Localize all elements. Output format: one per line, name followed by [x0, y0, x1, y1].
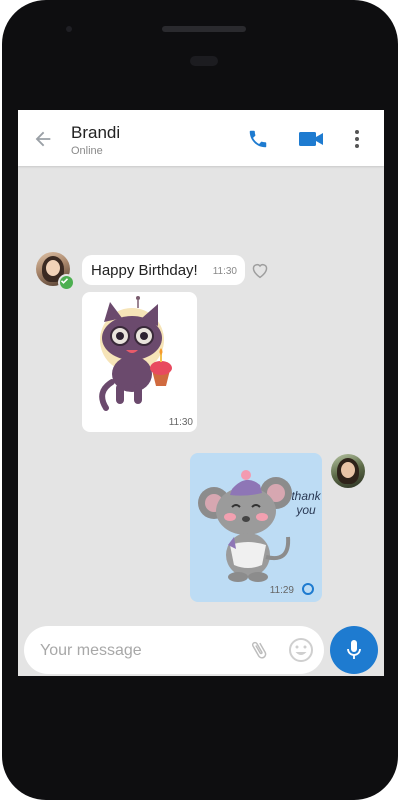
incoming-message-bubble[interactable]: Happy Birthday! 11:30: [82, 255, 245, 285]
sticker-text: thank you: [291, 489, 321, 517]
phone-frame: Brandi Online Happy Birthday! 11:30 11:3…: [2, 0, 398, 800]
more-options-icon[interactable]: [352, 127, 362, 151]
outgoing-sticker-message[interactable]: thank you 11:29: [190, 453, 322, 602]
front-camera: [66, 26, 72, 32]
proximity-sensor: [190, 56, 218, 66]
cat-with-cupcake-sticker: [99, 296, 172, 411]
message-composer: [24, 626, 324, 674]
emoji-icon[interactable]: [288, 637, 314, 663]
message-text: Happy Birthday!: [91, 262, 198, 279]
message-time: 11:30: [168, 417, 193, 428]
microphone-icon: [347, 640, 361, 659]
video-call-icon[interactable]: [298, 130, 324, 148]
incoming-sticker-message[interactable]: 11:30: [82, 292, 197, 432]
like-heart-icon[interactable]: [250, 261, 270, 279]
earpiece-speaker: [162, 26, 246, 32]
contact-status: Online: [71, 145, 103, 157]
contact-name[interactable]: Brandi: [71, 123, 120, 143]
mouse-thank-you-sticker: [198, 470, 292, 582]
my-avatar[interactable]: [331, 454, 365, 488]
message-input[interactable]: [38, 638, 242, 664]
phone-call-icon[interactable]: [247, 128, 269, 150]
chat-screen: Brandi Online Happy Birthday! 11:30 11:3…: [18, 110, 384, 676]
attachment-icon[interactable]: [248, 638, 270, 662]
message-time: 11:29: [269, 585, 294, 596]
sent-status-icon: [302, 583, 314, 595]
chat-header: Brandi Online: [18, 110, 384, 166]
verified-check-icon: [58, 274, 75, 291]
back-arrow-icon[interactable]: [32, 128, 54, 150]
voice-message-button[interactable]: [330, 626, 378, 674]
message-time: 11:30: [212, 266, 237, 277]
